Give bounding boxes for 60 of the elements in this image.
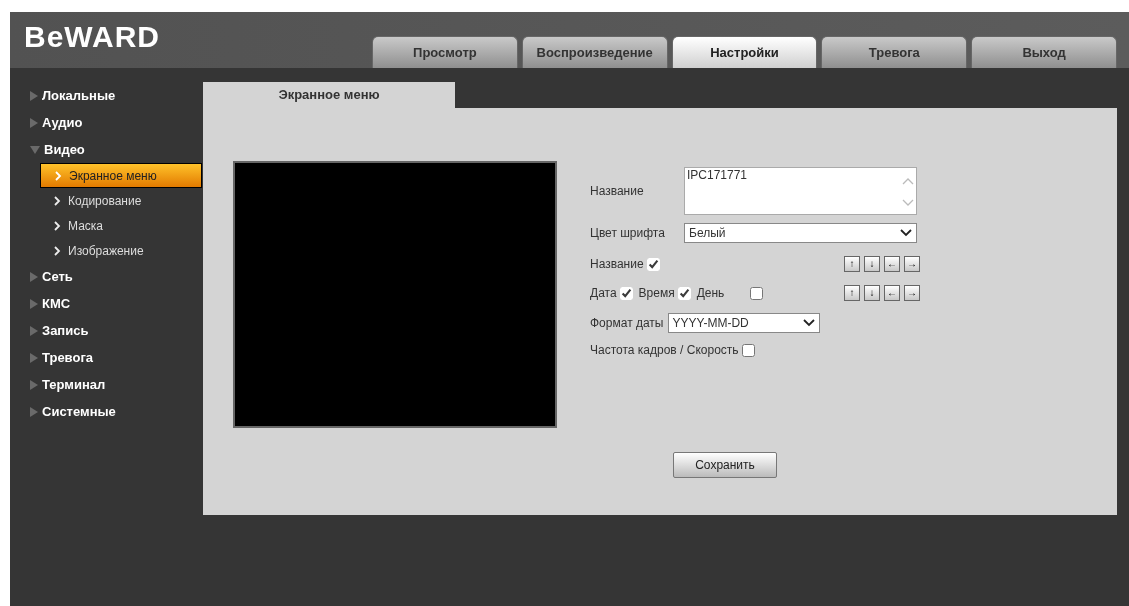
sidebar-item[interactable]: КМС <box>42 293 71 314</box>
checkbox[interactable] <box>750 286 764 300</box>
nav-tab[interactable]: Просмотр <box>372 36 518 68</box>
arrow-button[interactable]: → <box>904 256 920 272</box>
checkbox-label: Дата <box>590 285 617 302</box>
chevron-icon <box>54 195 61 206</box>
sidebar-subitem[interactable]: Кодирование <box>40 188 202 213</box>
arrow-button[interactable]: ← <box>884 285 900 301</box>
expand-icon[interactable] <box>30 325 38 336</box>
dropdown-caret-icon <box>802 319 815 327</box>
arrow-button[interactable]: ↓ <box>864 285 880 301</box>
font-color-select[interactable]: Белый <box>684 223 917 243</box>
nav-tab[interactable]: Выход <box>971 36 1117 68</box>
sidebar-item[interactable]: Тревога <box>42 347 94 368</box>
sidebar-item[interactable]: Терминал <box>42 374 106 395</box>
checkbox-label: Время <box>638 285 675 302</box>
sidebar-item[interactable]: Системные <box>42 401 116 422</box>
expand-icon[interactable] <box>30 352 38 363</box>
collapse-icon[interactable] <box>30 145 40 154</box>
expand-icon[interactable] <box>30 90 38 101</box>
sidebar-subitem[interactable]: Экранное меню <box>40 163 202 188</box>
chevron-icon <box>54 220 61 231</box>
arrow-button[interactable]: ↑ <box>844 256 860 272</box>
sidebar-item[interactable]: Видео <box>44 139 85 160</box>
checkbox[interactable] <box>741 343 755 357</box>
sidebar-subitem[interactable]: Изображение <box>40 238 202 263</box>
logo: BeWARD <box>23 18 161 55</box>
sidebar-item[interactable]: Сеть <box>42 266 73 287</box>
expand-icon[interactable] <box>30 379 38 390</box>
expand-icon[interactable] <box>30 117 38 128</box>
chevron-icon <box>55 170 62 181</box>
arrow-button[interactable]: ↓ <box>864 256 880 272</box>
date-format-select[interactable]: YYYY-MM-DD <box>667 313 820 333</box>
arrow-button[interactable]: ← <box>884 256 900 272</box>
nav-tab[interactable]: Тревога <box>821 36 968 68</box>
checkbox[interactable] <box>619 286 633 300</box>
dropdown-caret-icon <box>900 229 912 237</box>
expand-icon[interactable] <box>30 271 38 282</box>
nav-tab[interactable]: Воспроизведение <box>521 36 668 68</box>
chevron-icon <box>54 245 61 256</box>
checkbox-label: Название <box>590 256 644 273</box>
sidebar-item[interactable]: Аудио <box>42 112 83 133</box>
checkbox[interactable] <box>677 286 691 300</box>
sidebar-item[interactable]: Запись <box>42 320 89 341</box>
save-button[interactable]: Сохранить <box>673 452 777 478</box>
checkbox-label: Частота кадров / Скорость <box>590 342 739 359</box>
nav-tab[interactable]: Настройки <box>671 36 818 68</box>
panel-tab[interactable]: Экранное меню <box>203 82 455 108</box>
field-label: Цвет шрифта <box>590 225 666 242</box>
sidebar-subitem[interactable]: Маска <box>40 213 202 238</box>
expand-icon[interactable] <box>30 298 38 309</box>
arrow-button[interactable]: ↑ <box>844 285 860 301</box>
field-label: Название <box>590 183 645 200</box>
arrow-button[interactable]: → <box>904 285 920 301</box>
name-field[interactable]: IPC171771 <box>684 167 917 215</box>
checkbox[interactable] <box>646 257 660 271</box>
expand-icon[interactable] <box>30 406 38 417</box>
field-label: Формат даты <box>590 315 664 332</box>
sidebar-item[interactable]: Локальные <box>42 85 116 106</box>
checkbox-label: День <box>696 285 725 302</box>
